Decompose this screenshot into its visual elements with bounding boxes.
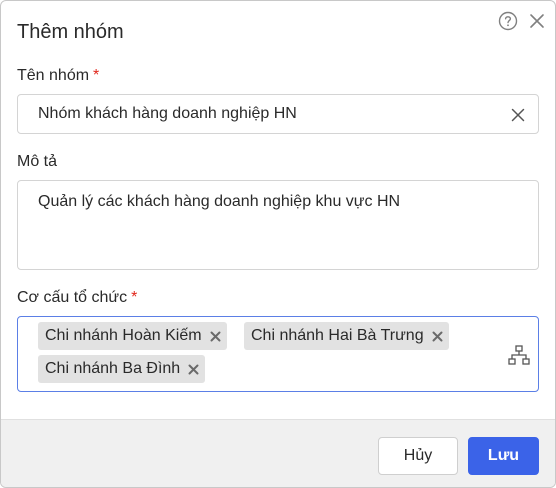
- add-group-dialog: Thêm nhóm Tên nhóm * Nhóm khách hàng doan…: [0, 0, 556, 488]
- clear-input-icon[interactable]: [511, 108, 525, 122]
- org-tag: Chi nhánh Hai Bà Trưng: [244, 322, 449, 350]
- org-structure-label: Cơ cấu tổ chức *: [17, 289, 137, 307]
- description-label-text: Mô tả: [17, 153, 58, 170]
- org-tag: Chi nhánh Hoàn Kiếm: [38, 322, 227, 350]
- cancel-button[interactable]: Hủy: [378, 437, 458, 475]
- org-structure-label-text: Cơ cấu tổ chức: [17, 289, 128, 306]
- org-tree-icon[interactable]: [508, 345, 530, 365]
- org-tag-label: Chi nhánh Hoàn Kiếm: [45, 327, 202, 344]
- save-button[interactable]: Lưu: [468, 437, 539, 475]
- close-icon[interactable]: [529, 13, 545, 29]
- remove-tag-icon[interactable]: [432, 331, 443, 342]
- org-structure-multiselect[interactable]: Chi nhánh Hoàn Kiếm Chi nhánh Hai Bà Trư…: [17, 316, 539, 392]
- help-circle-icon[interactable]: [498, 11, 518, 31]
- group-name-value: Nhóm khách hàng doanh nghiệp HN: [38, 105, 297, 122]
- required-mark: *: [131, 289, 138, 306]
- remove-tag-icon[interactable]: [188, 364, 199, 375]
- group-name-field[interactable]: Nhóm khách hàng doanh nghiệp HN: [17, 94, 539, 134]
- dialog-footer: Hủy Lưu: [1, 419, 555, 487]
- org-tag-label: Chi nhánh Ba Đình: [45, 360, 181, 377]
- description-label: Mô tả: [17, 153, 57, 171]
- group-name-label-text: Tên nhóm: [17, 67, 90, 84]
- org-tag-label: Chi nhánh Hai Bà Trưng: [251, 327, 424, 344]
- dialog-title: Thêm nhóm: [17, 21, 124, 43]
- required-mark: *: [93, 67, 100, 84]
- description-value: Quản lý các khách hàng doanh nghiệp khu …: [38, 193, 401, 210]
- dialog-header: Thêm nhóm: [1, 1, 555, 61]
- group-name-label: Tên nhóm *: [17, 67, 99, 85]
- description-textarea[interactable]: Quản lý các khách hàng doanh nghiệp khu …: [17, 180, 539, 270]
- org-tag: Chi nhánh Ba Đình: [38, 355, 206, 383]
- remove-tag-icon[interactable]: [210, 331, 221, 342]
